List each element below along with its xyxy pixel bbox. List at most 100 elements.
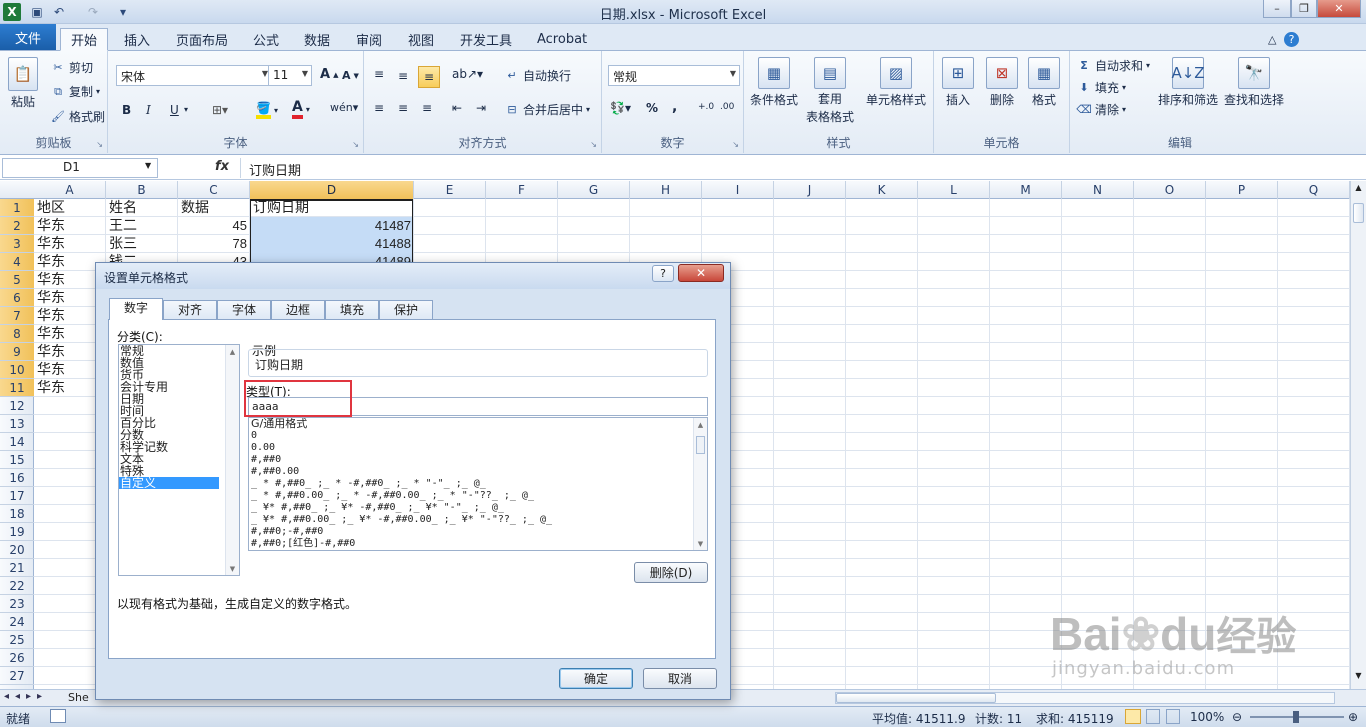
row-header-11[interactable]: 11: [0, 379, 34, 397]
align-center-icon[interactable]: ≡: [398, 101, 408, 115]
name-box-dropdown-icon[interactable]: ▼: [145, 161, 151, 170]
cell-a2[interactable]: 华东: [34, 217, 106, 235]
column-header-g[interactable]: G: [558, 181, 630, 199]
row-header-9[interactable]: 9: [0, 343, 34, 361]
cell-d3[interactable]: 41488: [250, 235, 414, 253]
column-header-p[interactable]: P: [1206, 181, 1278, 199]
row-header-8[interactable]: 8: [0, 325, 34, 343]
row-header-10[interactable]: 10: [0, 361, 34, 379]
name-box[interactable]: D1: [2, 158, 158, 178]
row-header-15[interactable]: 15: [0, 451, 34, 469]
format-item[interactable]: _ * #,##0.00_ ;_ * -#,##0.00_ ;_ * "-"??…: [249, 490, 707, 502]
number-format-combo[interactable]: 常规 ▼: [608, 65, 740, 86]
font-size-combo[interactable]: 11 ▼: [268, 65, 312, 86]
horizontal-scrollbar[interactable]: [835, 692, 1335, 704]
orientation-icon[interactable]: ab↗▾: [452, 67, 483, 81]
cell-c4[interactable]: 43: [178, 253, 250, 262]
row-header-26[interactable]: 26: [0, 649, 34, 667]
zoom-level[interactable]: 100%: [1190, 710, 1224, 724]
macro-record-icon[interactable]: [50, 709, 66, 723]
category-scrollbar[interactable]: ▲ ▼: [225, 345, 239, 575]
column-header-l[interactable]: L: [918, 181, 990, 199]
format-item[interactable]: 0: [249, 430, 707, 442]
row-header-18[interactable]: 18: [0, 505, 34, 523]
format-code-list[interactable]: G/通用格式 0 0.00 #,##0 #,##0.00 _ * #,##0_ …: [248, 417, 708, 551]
tab-acrobat[interactable]: Acrobat: [527, 28, 597, 51]
cell-b1[interactable]: 姓名: [106, 199, 178, 217]
scroll-down-icon[interactable]: ▼: [694, 540, 707, 548]
delete-cells-button[interactable]: ⊠ 删除: [986, 57, 1018, 108]
category-list[interactable]: 常规 数值 货币 会计专用 日期 时间 百分比 分数 科学记数 文本 特殊 自定…: [118, 344, 240, 576]
comma-button[interactable]: ,: [672, 99, 677, 115]
tab-review[interactable]: 审阅: [346, 28, 392, 51]
category-item-selected[interactable]: 自定义: [119, 477, 219, 489]
font-launcher-icon[interactable]: ↘: [352, 140, 359, 149]
copy-button[interactable]: ⧉ 复制 ▾: [50, 83, 100, 100]
bold-button[interactable]: B: [122, 103, 131, 117]
tab-data[interactable]: 数据: [294, 28, 340, 51]
close-window-button[interactable]: ✕: [1317, 0, 1361, 18]
wrap-text-button[interactable]: ↵ 自动换行: [504, 67, 571, 84]
column-header-m[interactable]: M: [990, 181, 1062, 199]
cell-a3[interactable]: 华东: [34, 235, 106, 253]
underline-dropdown-icon[interactable]: ▾: [184, 105, 188, 114]
scroll-up-icon[interactable]: ▲: [226, 348, 239, 356]
clipboard-launcher-icon[interactable]: ↘: [96, 140, 103, 149]
column-header-e[interactable]: E: [414, 181, 486, 199]
sheet-tab[interactable]: She: [68, 691, 89, 704]
sheet-nav-icon[interactable]: ◂◂▸▸: [4, 691, 48, 702]
column-header-d[interactable]: D: [250, 181, 414, 199]
format-list-scroll-thumb[interactable]: [696, 436, 705, 454]
dialog-tab-fill[interactable]: 填充: [325, 300, 379, 320]
autosum-button[interactable]: Σ 自动求和 ▾: [1076, 57, 1150, 74]
column-header-h[interactable]: H: [630, 181, 702, 199]
insert-cells-button[interactable]: ⊞ 插入: [942, 57, 974, 108]
format-cells-button[interactable]: ▦ 格式: [1028, 57, 1060, 108]
zoom-in-icon[interactable]: ⊕: [1348, 710, 1358, 724]
cell-a1[interactable]: 地区: [34, 199, 106, 217]
paste-button[interactable]: 📋 粘贴: [8, 57, 38, 110]
number-launcher-icon[interactable]: ↘: [732, 140, 739, 149]
format-item[interactable]: #,##0.00: [249, 466, 707, 478]
tab-page-layout[interactable]: 页面布局: [166, 28, 238, 51]
cell-b3[interactable]: 张三: [106, 235, 178, 253]
cell-b4[interactable]: 钱二: [106, 253, 178, 262]
decrease-font-icon[interactable]: A ▼: [342, 69, 359, 82]
ok-button[interactable]: 确定: [559, 668, 633, 689]
scroll-up-icon[interactable]: ▲: [694, 421, 707, 429]
format-list-scrollbar[interactable]: ▲ ▼: [693, 418, 707, 550]
cell-c2[interactable]: 45: [178, 217, 250, 235]
italic-button[interactable]: I: [146, 103, 151, 117]
font-color-icon[interactable]: A ▾: [292, 99, 310, 119]
row-header-12[interactable]: 12: [0, 397, 34, 415]
dialog-close-button[interactable]: ✕: [678, 264, 724, 282]
normal-view-icon[interactable]: [1125, 709, 1141, 724]
increase-font-icon[interactable]: A ▲: [320, 67, 338, 82]
scroll-down-icon[interactable]: ▼: [1353, 671, 1364, 685]
tab-view[interactable]: 视图: [398, 28, 444, 51]
increase-decimal-icon[interactable]: +.0: [698, 102, 714, 112]
format-item[interactable]: #,##0;-#,##0: [249, 526, 707, 538]
cell-d2[interactable]: 41487: [250, 217, 414, 235]
row-header-27[interactable]: 27: [0, 667, 34, 685]
row-header-4[interactable]: 4: [0, 253, 34, 271]
format-item[interactable]: _ * #,##0_ ;_ * -#,##0_ ;_ * "-"_ ;_ @_: [249, 478, 707, 490]
row-header-24[interactable]: 24: [0, 613, 34, 631]
maximize-button[interactable]: ❐: [1291, 0, 1317, 18]
scroll-down-icon[interactable]: ▼: [226, 565, 239, 573]
underline-button[interactable]: U: [170, 103, 179, 117]
dialog-tab-font[interactable]: 字体: [217, 300, 271, 320]
increase-indent-icon[interactable]: ⇥: [476, 101, 486, 115]
accounting-format-icon[interactable]: 💱▾: [610, 101, 631, 115]
tab-file[interactable]: 文件: [0, 24, 56, 50]
dialog-tab-number[interactable]: 数字: [109, 298, 163, 320]
cell-b2[interactable]: 王二: [106, 217, 178, 235]
cancel-button[interactable]: 取消: [643, 668, 717, 689]
row-header-25[interactable]: 25: [0, 631, 34, 649]
tab-home[interactable]: 开始: [60, 28, 109, 51]
format-item[interactable]: #,##0;[红色]-#,##0: [249, 538, 707, 550]
page-layout-view-icon[interactable]: [1146, 709, 1160, 724]
align-left-icon[interactable]: ≡: [374, 101, 384, 115]
cell-d4[interactable]: 41489: [250, 253, 414, 262]
vertical-scrollbar[interactable]: ▲ ▼: [1350, 181, 1366, 689]
